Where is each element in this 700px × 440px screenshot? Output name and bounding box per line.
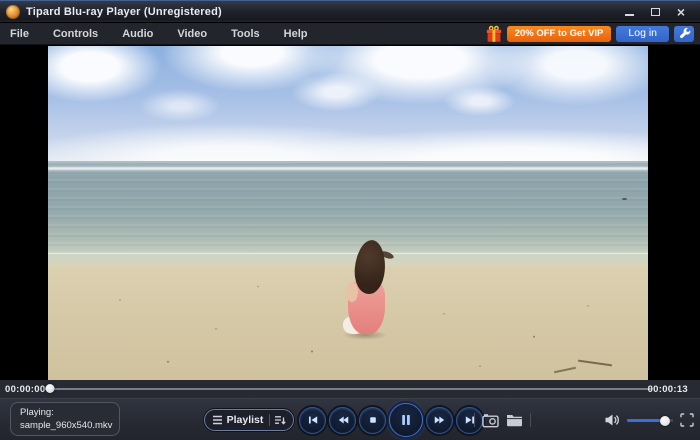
progress-row: 00:00:00 00:00:13 <box>0 380 700 398</box>
now-playing-filename: sample_960x540.mkv <box>20 420 113 431</box>
volume-slider[interactable] <box>627 413 673 427</box>
pause-icon <box>402 415 410 425</box>
seek-track <box>44 388 652 390</box>
playlist-button[interactable]: Playlist <box>204 409 294 431</box>
previous-button[interactable] <box>299 406 326 434</box>
menu-audio[interactable]: Audio <box>122 28 153 40</box>
menu-file[interactable]: File <box>10 28 29 40</box>
transport-controls <box>299 399 483 440</box>
wrench-icon <box>679 27 690 39</box>
minimize-icon <box>624 13 634 16</box>
now-playing-box: Playing: sample_960x540.mkv <box>10 402 120 436</box>
seek-bar[interactable] <box>44 380 652 398</box>
progress-thumb[interactable] <box>45 384 55 393</box>
fast-forward-button[interactable] <box>426 406 453 434</box>
playlist-label: Playlist <box>226 414 264 426</box>
camera-icon <box>482 413 499 427</box>
file-actions <box>474 399 531 440</box>
stop-button[interactable] <box>359 406 386 434</box>
video-person <box>340 238 395 342</box>
menu-controls[interactable]: Controls <box>53 28 98 40</box>
video-clouds <box>48 46 648 162</box>
rewind-icon <box>338 416 348 424</box>
now-playing-label: Playing: <box>20 407 54 418</box>
window-title: Tipard Blu-ray Player (Unregistered) <box>26 5 222 18</box>
menu-tools[interactable]: Tools <box>231 28 260 40</box>
fullscreen-button[interactable] <box>680 413 694 427</box>
close-icon: × <box>676 3 686 20</box>
app-logo-icon <box>6 4 20 19</box>
open-file-button[interactable] <box>506 413 523 427</box>
menu-right-actions: 20% OFF to Get VIP Log in <box>486 25 700 43</box>
previous-icon <box>308 416 317 424</box>
volume-thumb[interactable] <box>660 415 671 426</box>
app-window: Tipard Blu-ray Player (Unregistered) × F… <box>0 0 700 440</box>
stop-icon <box>369 417 376 423</box>
vip-offer-button[interactable]: 20% OFF to Get VIP <box>506 25 612 42</box>
rewind-button[interactable] <box>329 406 356 434</box>
gift-icon <box>486 25 501 42</box>
menu-help[interactable]: Help <box>284 28 308 40</box>
elapsed-time: 00:00:00 <box>5 384 46 395</box>
title-bar: Tipard Blu-ray Player (Unregistered) × <box>0 0 700 22</box>
close-button[interactable]: × <box>672 4 690 19</box>
total-duration: 00:00:13 <box>647 384 688 395</box>
fast-forward-icon <box>434 416 444 424</box>
snapshot-button[interactable] <box>482 413 499 428</box>
toolkit-button[interactable] <box>674 25 694 42</box>
login-button[interactable]: Log in <box>616 25 669 42</box>
video-sky <box>48 46 648 162</box>
fullscreen-icon <box>680 413 694 427</box>
pause-button[interactable] <box>389 403 423 437</box>
menu-video[interactable]: Video <box>177 28 207 40</box>
maximize-button[interactable] <box>646 4 664 19</box>
video-area[interactable] <box>0 45 700 380</box>
video-frame <box>48 46 648 380</box>
folder-icon <box>507 415 522 427</box>
menu-bar: File Controls Audio Video Tools Help 20%… <box>0 23 700 45</box>
speaker-icon <box>605 414 619 426</box>
mute-button[interactable] <box>604 413 620 427</box>
maximize-icon <box>650 7 660 16</box>
menu-items: File Controls Audio Video Tools Help <box>0 28 331 40</box>
hamburger-icon <box>213 415 222 425</box>
window-controls: × <box>620 4 694 19</box>
control-bar: Playing: sample_960x540.mkv Playlist <box>0 398 700 440</box>
volume-controls <box>604 399 694 440</box>
minimize-button[interactable] <box>620 4 638 19</box>
play-order-icon <box>275 415 286 425</box>
